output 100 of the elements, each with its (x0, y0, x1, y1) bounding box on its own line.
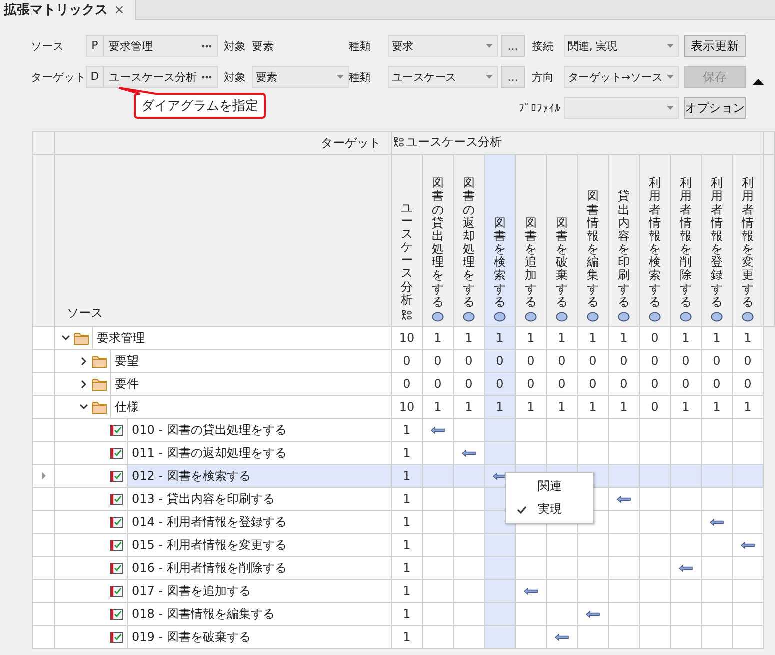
close-tab-button[interactable]: × (114, 2, 125, 18)
link-cell[interactable] (640, 464, 670, 488)
profile-dropdown[interactable] (564, 97, 679, 119)
link-cell[interactable] (702, 488, 732, 510)
link-cell[interactable] (516, 580, 546, 602)
browse-button[interactable]: ... (501, 66, 525, 88)
link-cell[interactable] (702, 626, 732, 648)
column-header[interactable]: 図書の貸出処理をする (422, 154, 454, 326)
link-cell[interactable] (422, 602, 454, 626)
link-cell[interactable] (546, 418, 578, 442)
link-cell[interactable] (640, 626, 670, 648)
link-cell[interactable] (608, 580, 640, 602)
link-cell[interactable] (702, 580, 732, 602)
link-cell[interactable] (702, 464, 732, 488)
link-cell[interactable] (640, 534, 670, 556)
link-cell[interactable] (546, 602, 578, 626)
link-cell[interactable] (578, 626, 608, 648)
menu-item[interactable]: 実現 (506, 498, 593, 521)
column-header[interactable]: 図書を検索する (484, 154, 516, 326)
link-cell[interactable] (702, 418, 732, 442)
column-header[interactable]: 貸出内容を印刷する (608, 154, 640, 326)
package-field[interactable]: D ユースケース分析 (86, 66, 218, 88)
link-cell[interactable] (516, 418, 546, 442)
option-dropdown[interactable]: ターゲット→ソース (564, 66, 679, 88)
column-header[interactable]: 図書情報を編集する (578, 154, 608, 326)
document-tab[interactable]: 拡張マトリックス × (0, 0, 136, 20)
link-cell[interactable] (670, 534, 702, 556)
collapse-triangle-icon[interactable] (753, 79, 764, 85)
package-field[interactable]: P 要求管理 (86, 35, 218, 57)
scope-dropdown[interactable]: 要素 (252, 66, 349, 88)
link-cell[interactable] (546, 580, 578, 602)
chevron-right-icon[interactable] (79, 356, 89, 366)
link-cell[interactable] (422, 488, 454, 510)
link-cell[interactable] (516, 626, 546, 648)
link-cell[interactable] (484, 626, 516, 648)
link-cell[interactable] (578, 556, 608, 580)
link-cell[interactable] (702, 602, 732, 626)
link-cell[interactable] (516, 556, 546, 580)
link-cell[interactable] (732, 464, 764, 488)
more-icon[interactable] (202, 44, 212, 48)
column-header[interactable]: 利用者情報を登録する (702, 154, 732, 326)
link-cell[interactable] (484, 418, 516, 442)
column-header[interactable]: 図書の返却処理をする (454, 154, 484, 326)
link-cell[interactable] (516, 534, 546, 556)
link-cell[interactable] (702, 534, 732, 556)
link-cell[interactable] (608, 488, 640, 510)
link-cell[interactable] (422, 580, 454, 602)
link-cell[interactable] (608, 510, 640, 534)
chevron-down-icon[interactable] (79, 404, 89, 410)
link-cell[interactable] (578, 602, 608, 626)
link-cell[interactable] (640, 418, 670, 442)
link-cell[interactable] (702, 556, 732, 580)
link-cell[interactable] (670, 556, 702, 580)
link-cell[interactable] (422, 626, 454, 648)
chevron-right-icon[interactable] (79, 380, 89, 388)
column-header[interactable]: 利用者情報を削除する (670, 154, 702, 326)
link-cell[interactable] (484, 556, 516, 580)
link-cell[interactable] (422, 510, 454, 534)
options-button[interactable]: オプション (684, 97, 746, 119)
column-header[interactable]: ユースケース分析 (392, 154, 422, 326)
link-cell[interactable] (422, 556, 454, 580)
browse-button[interactable]: ... (501, 35, 525, 57)
link-cell[interactable] (670, 626, 702, 648)
link-cell[interactable] (608, 626, 640, 648)
link-cell[interactable] (516, 602, 546, 626)
link-cell[interactable] (640, 580, 670, 602)
link-cell[interactable] (422, 464, 454, 488)
column-header[interactable]: 図書を追加する (516, 154, 546, 326)
type-dropdown[interactable]: ユースケース (388, 66, 498, 88)
link-cell[interactable] (670, 580, 702, 602)
type-dropdown[interactable]: 要求 (388, 35, 498, 57)
link-cell[interactable] (670, 602, 702, 626)
link-cell[interactable] (484, 534, 516, 556)
link-cell[interactable] (484, 442, 516, 464)
link-cell[interactable] (640, 488, 670, 510)
link-cell[interactable] (608, 418, 640, 442)
link-cell[interactable] (608, 602, 640, 626)
link-cell[interactable] (670, 418, 702, 442)
link-cell[interactable] (640, 602, 670, 626)
link-cell[interactable] (422, 534, 454, 556)
link-cell[interactable] (546, 534, 578, 556)
link-cell[interactable] (640, 556, 670, 580)
link-cell[interactable] (546, 556, 578, 580)
link-cell[interactable] (578, 418, 608, 442)
link-cell[interactable] (670, 488, 702, 510)
link-cell[interactable] (484, 580, 516, 602)
chevron-down-icon[interactable] (61, 335, 71, 341)
link-cell[interactable] (670, 464, 702, 488)
option-dropdown[interactable]: 関連, 実現 (564, 35, 679, 57)
menu-item[interactable]: 関連 (506, 475, 593, 498)
action-button[interactable]: 表示更新 (684, 35, 746, 57)
link-cell[interactable] (422, 418, 454, 442)
link-cell[interactable] (546, 626, 578, 648)
column-header[interactable]: 図書を破棄する (546, 154, 578, 326)
link-cell[interactable] (454, 464, 484, 488)
tree-item[interactable]: 012 - 図書を検索する (127, 465, 391, 487)
link-cell[interactable] (608, 534, 640, 556)
link-cell[interactable] (608, 464, 640, 488)
column-header[interactable]: 利用者情報を検索する (640, 154, 670, 326)
link-cell[interactable] (702, 510, 732, 534)
